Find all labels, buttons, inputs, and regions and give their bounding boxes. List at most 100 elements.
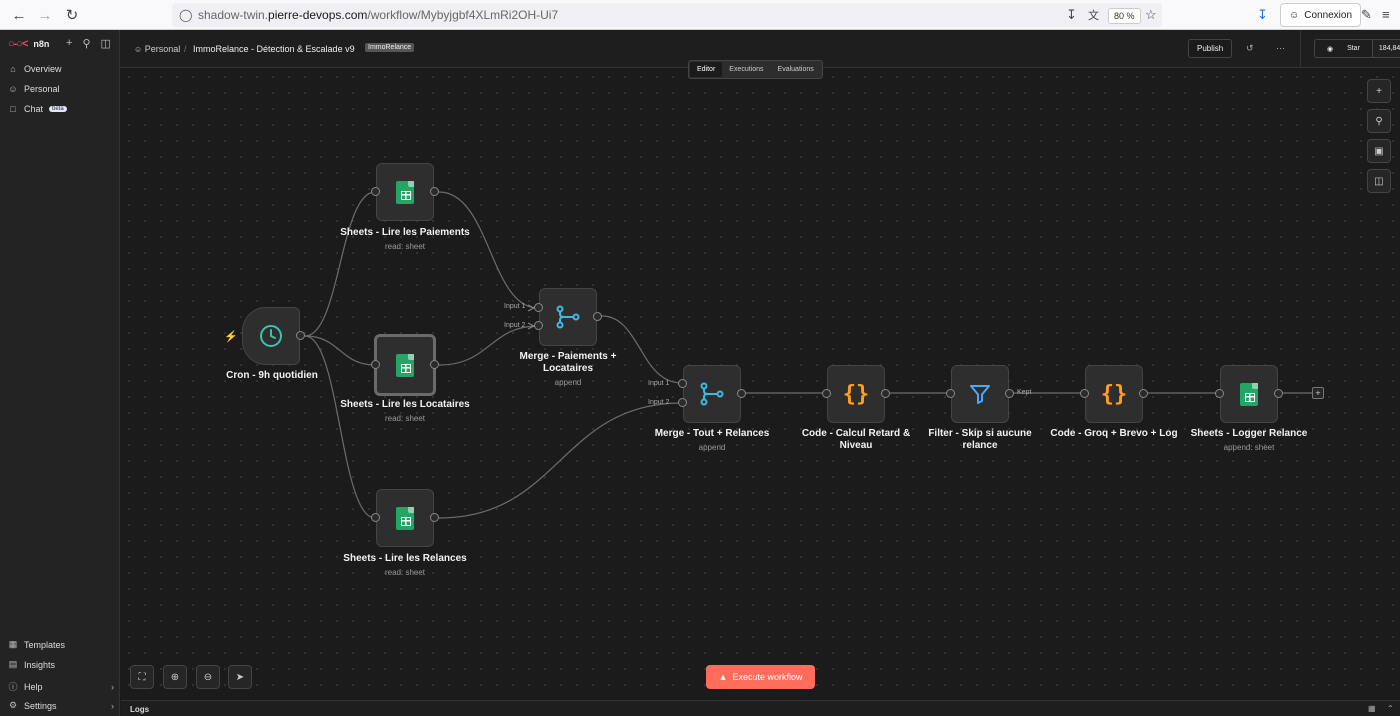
more-options-icon[interactable]: ⋯ [1276,43,1285,54]
node-title: Merge - Tout + Relances append [647,428,777,454]
input-port[interactable] [371,360,380,369]
sidebar-item-personal[interactable]: ☺ Personal [8,84,114,94]
sticky-note-button[interactable]: ▣ [1367,139,1391,163]
url-prefix: shadow-twin. [198,8,269,22]
translate-icon[interactable]: 文 [1088,7,1099,23]
output-port[interactable] [593,312,602,321]
add-node-button[interactable]: + [1367,79,1391,103]
node-code-calcul[interactable]: {} [827,365,885,423]
download-page-icon[interactable]: ↧ [1066,7,1077,23]
tab-evaluations[interactable]: Evaluations [771,62,821,77]
github-star-button[interactable]: ◉ Star 184,841 [1314,39,1400,58]
popout-icon[interactable]: ▦ [1368,704,1376,713]
note-icon: ▣ [1374,145,1384,157]
sidebar-item-label: Insights [24,659,56,670]
google-sheets-icon [396,180,414,204]
bookmark-star-icon[interactable]: ☆ [1145,7,1157,23]
logs-label: Logs [130,705,150,714]
extensions-icon[interactable]: ✎ [1361,7,1372,23]
node-sheets-locataires[interactable] [374,334,436,396]
node-sheets-logger[interactable] [1220,365,1278,423]
search-icon: ⚲ [1375,115,1383,127]
breadcrumb-project[interactable]: ☺ Personal [134,44,180,54]
tab-editor[interactable]: Editor [690,62,723,77]
publish-button[interactable]: Publish [1188,39,1233,58]
input-port-2[interactable] [678,398,687,407]
output-port[interactable] [1274,389,1283,398]
sidebar-item-settings[interactable]: ⚙ Settings › [8,700,114,711]
node-sheets-relances[interactable] [376,489,434,547]
zoom-out-button[interactable]: ⊖ [196,665,220,689]
add-node-icon[interactable]: + [1312,387,1324,399]
workflow-tag[interactable]: ImmoRelance [365,43,415,52]
input-port-1[interactable] [534,303,543,312]
node-title: Sheets - Lire les Locataires read: sheet [340,399,470,423]
github-star-count: 184,841 [1371,40,1400,57]
output-port[interactable] [737,389,746,398]
execute-workflow-button[interactable]: ▲ Execute workflow [706,665,815,689]
forward-icon[interactable]: → [36,6,54,24]
zoom-in-button[interactable]: ⊕ [163,665,187,689]
output-port[interactable] [1139,389,1148,398]
search-nodes-button[interactable]: ⚲ [1367,109,1391,133]
node-filter-skip[interactable] [951,365,1009,423]
chevron-right-icon: › [111,681,114,692]
sidebar-item-overview[interactable]: ⌂ Overview [8,64,114,74]
fit-view-button[interactable]: ⛶ [130,665,154,689]
input-port-2[interactable] [534,321,543,330]
sidebar-item-chat[interactable]: □ Chat beta [8,104,114,114]
zoom-level[interactable]: 80 % [1108,8,1141,24]
search-icon[interactable]: ⚲ [82,37,90,50]
sidebar-item-insights[interactable]: ▤ Insights [8,659,114,670]
node-sheets-paiements[interactable] [376,163,434,221]
address-bar[interactable]: ◯ shadow-twin. pierre-devops.com/workflow… [172,3,1162,27]
history-icon[interactable]: ↺ [1246,43,1254,54]
workflow-title[interactable]: ImmoRelance - Détection & Escalade v9 [193,44,355,54]
input-port[interactable] [946,389,955,398]
input-port[interactable] [371,513,380,522]
beta-badge: beta [49,106,67,112]
sidebar-item-label: Help [24,681,43,692]
merge-icon [700,382,724,406]
output-port[interactable] [296,331,305,340]
back-icon[interactable]: ← [10,6,28,24]
output-port[interactable] [430,187,439,196]
input-port[interactable] [1080,389,1089,398]
logs-panel-bar[interactable]: Logs ▦ ⌃ [121,700,1400,716]
brand-logo[interactable]: ○-○< n8n [8,38,49,50]
tab-executions[interactable]: Executions [722,62,770,77]
output-port[interactable] [1005,389,1014,398]
login-button[interactable]: ☺ Connexion [1280,3,1362,27]
add-icon[interactable]: + [66,37,72,50]
node-subtitle: append [698,443,726,452]
sidebar-item-label: Chat [24,104,44,114]
node-code-groq[interactable]: {} [1085,365,1143,423]
home-icon: ⌂ [10,64,16,74]
input-port[interactable] [1215,389,1224,398]
google-sheets-icon [1240,382,1258,406]
node-subtitle: append [554,378,582,387]
input-port[interactable] [371,187,380,196]
output-port[interactable] [881,389,890,398]
output-port[interactable] [430,360,439,369]
node-merge-tout[interactable] [683,365,741,423]
sidebar: ○-○< n8n + ⚲ ◫ ⌂ Overview ☺ Personal □ C… [0,30,120,716]
workflow-canvas[interactable] [121,69,1400,700]
sidebar-item-templates[interactable]: ▦ Templates [8,639,114,650]
expand-icon[interactable]: ⌃ [1387,704,1394,713]
menu-icon[interactable]: ≡ [1382,7,1390,22]
panel-icon: ◫ [1374,175,1384,187]
node-merge-paiements[interactable] [539,288,597,346]
downloads-icon[interactable]: ↧ [1257,7,1268,23]
collapse-sidebar-icon[interactable]: ◫ [101,37,111,50]
reload-icon[interactable]: ↻ [63,6,81,24]
input-port-1[interactable] [678,379,687,388]
node-cron[interactable] [242,307,300,365]
input-port[interactable] [822,389,831,398]
sidebar-item-help[interactable]: ⓘ Help › [8,680,114,693]
sidebar-item-label: Settings [24,700,57,711]
toggle-panel-button[interactable]: ◫ [1367,169,1391,193]
templates-icon: ▦ [8,639,18,649]
output-port[interactable] [430,513,439,522]
pointer-mode-button[interactable]: ➤ [228,665,252,689]
